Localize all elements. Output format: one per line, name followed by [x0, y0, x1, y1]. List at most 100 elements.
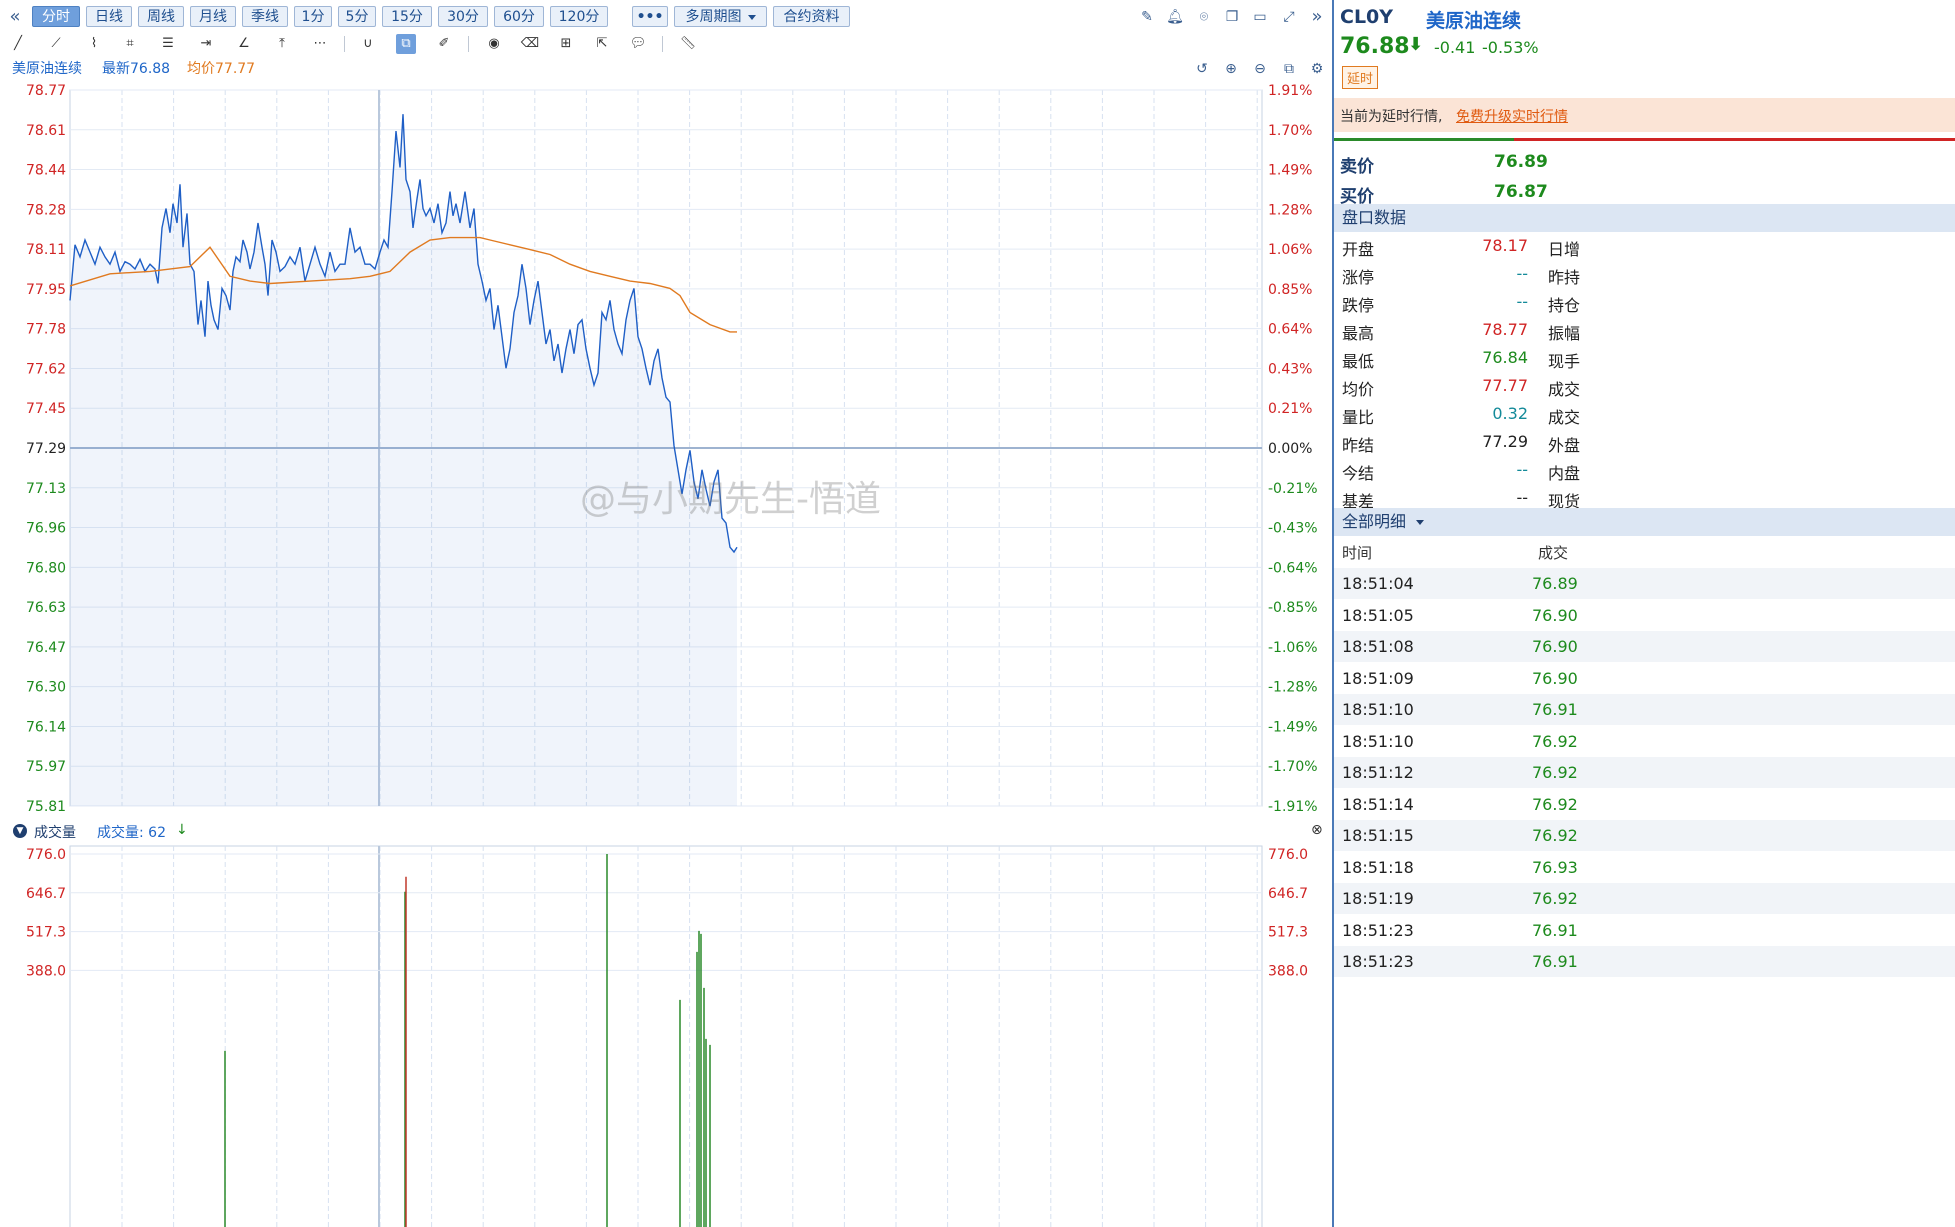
price-tick-right: 1.28% [1268, 202, 1312, 218]
ask-label: 卖价 [1340, 157, 1374, 177]
price-tick-left: 77.13 [26, 481, 66, 497]
overlay-tool-icon[interactable]: ⧉ [396, 34, 416, 54]
price-tick-left: 78.11 [26, 242, 66, 258]
period-button-5[interactable]: 1分 [294, 6, 332, 27]
quote-label-right: 昨持 [1548, 268, 1581, 287]
segment-tool-icon[interactable]: ⟋ [46, 34, 66, 54]
close-volume-icon[interactable]: ⊗ [1311, 822, 1323, 838]
period-button-9[interactable]: 60分 [494, 6, 544, 27]
brush-icon[interactable]: ✐ [434, 34, 454, 54]
period-button-10[interactable]: 120分 [550, 6, 608, 27]
export-icon[interactable]: ⧉ [1280, 60, 1298, 78]
expand-right-icon[interactable]: » [1308, 8, 1326, 26]
period-button-8[interactable]: 30分 [438, 6, 488, 27]
upgrade-link[interactable]: 免费升级实时行情 [1456, 106, 1568, 126]
quote-value: 78.17 [1482, 236, 1528, 255]
price-tick-left: 76.47 [26, 640, 66, 656]
quote-value: -- [1516, 292, 1528, 311]
price-tick-right: -0.64% [1268, 560, 1318, 576]
period-button-7[interactable]: 15分 [382, 6, 432, 27]
symbol-code: CL0Y [1340, 6, 1394, 28]
multi-period-dropdown[interactable]: 多周期图 [674, 6, 767, 27]
price-chart[interactable]: 78.77 1.91% 78.61 1.70% 78.44 1.49% 78.28 1.28%… [0, 84, 1330, 824]
trash-icon[interactable]: ⌫ [520, 34, 540, 54]
settings-icon[interactable]: ⚙ [1308, 60, 1326, 78]
price-tick-right: 0.64% [1268, 322, 1312, 338]
quote-value: 76.84 [1482, 348, 1528, 367]
contract-info-button[interactable]: 合约资料 [773, 6, 850, 27]
trade-price: 76.92 [1532, 794, 1578, 814]
price-tick-left: 77.95 [26, 282, 66, 298]
quote-value: -- [1516, 488, 1528, 507]
period-button-6[interactable]: 5分 [338, 6, 376, 27]
ruler-icon[interactable]: 📏︎ [678, 34, 698, 54]
price-tick-right: -1.49% [1268, 719, 1318, 735]
period-button-2[interactable]: 周线 [138, 6, 184, 27]
trade-price: 76.92 [1532, 826, 1578, 845]
collapse-left-icon[interactable]: « [6, 8, 24, 26]
range-tool-icon[interactable]: ⇥ [196, 34, 216, 54]
camera-icon[interactable]: ⌾ [1195, 8, 1213, 26]
undo-icon[interactable]: ↺ [1193, 60, 1211, 78]
trade-row: 18:51:10 76.92 [1334, 726, 1955, 757]
comment-icon[interactable]: 💬︎ [628, 34, 648, 54]
trade-time: 18:51:10 [1342, 731, 1414, 751]
period-button-3[interactable]: 月线 [190, 6, 236, 27]
more-periods-button[interactable]: ••• [632, 6, 668, 27]
polyline-tool-icon[interactable]: ⌇ [84, 34, 104, 54]
detail-section-header[interactable]: 全部明细 [1334, 508, 1955, 536]
volume-chart[interactable]: 776.0 776.0 646.7 646.7 517.3 517.3 388.0 388.0 [0, 842, 1330, 1227]
quote-value: -- [1516, 460, 1528, 479]
price-tick-left: 78.61 [26, 123, 66, 139]
quote-label: 最高 [1342, 324, 1375, 343]
trade-price: 76.90 [1532, 605, 1578, 625]
quote-label-right: 现手 [1548, 352, 1581, 371]
zoom-out-icon[interactable]: ⊖ [1251, 60, 1269, 78]
legend-symbol: 美原油连续 [12, 61, 82, 77]
zoom-in-icon[interactable]: ⊕ [1222, 60, 1240, 78]
eye-icon[interactable]: ◉ [484, 34, 504, 54]
period-button-4[interactable]: 季线 [242, 6, 288, 27]
share-icon[interactable]: ⇱ [592, 34, 612, 54]
price-tick-left: 75.81 [26, 799, 66, 815]
volume-tick-right: 517.3 [1268, 925, 1308, 941]
price-tick-right: 0.43% [1268, 361, 1312, 377]
price-tick-right: -0.85% [1268, 600, 1318, 616]
trade-price: 76.93 [1532, 857, 1578, 877]
line-tool-icon[interactable]: ╱ [8, 34, 28, 54]
quote-section-header[interactable]: 盘口数据 [1334, 204, 1955, 232]
volume-plot-area [69, 845, 1263, 1227]
angle-tool-icon[interactable]: ∠ [234, 34, 254, 54]
volume-tick-right: 388.0 [1268, 963, 1308, 979]
arrow-down-icon: ↓ [176, 822, 188, 838]
detail-header-time: 时间 [1342, 544, 1373, 562]
bell-icon[interactable]: 🔔︎ [1166, 8, 1184, 26]
more-tools-icon[interactable]: ⋯ [310, 34, 330, 54]
price-tick-left: 77.78 [26, 322, 66, 338]
fib-tool-icon[interactable]: ☰ [158, 34, 178, 54]
trade-row: 18:51:12 76.92 [1334, 757, 1955, 788]
arrow-up-tool-icon[interactable]: ⤒ [272, 34, 292, 54]
quote-label: 跌停 [1342, 296, 1375, 315]
bid-ask-bar-red [1514, 138, 1955, 141]
magnet-icon[interactable]: ∪ [358, 34, 378, 54]
arrow-down-icon: ⬇ [1408, 34, 1424, 55]
trade-price: 76.89 [1532, 574, 1578, 593]
price-tick-right: -0.43% [1268, 521, 1318, 537]
period-button-0[interactable]: 分时 [32, 6, 80, 27]
pencil-icon[interactable]: ✎ [1138, 8, 1156, 26]
quote-label-right: 内盘 [1548, 464, 1581, 483]
quote-label-right: 振幅 [1548, 324, 1581, 343]
trade-time: 18:51:23 [1342, 920, 1414, 940]
collapse-volume-icon[interactable]: ▼ [13, 824, 27, 838]
price-tick-left: 77.62 [26, 361, 66, 377]
fullscreen-icon[interactable]: ⤢ [1280, 8, 1298, 26]
price-tick-right: 0.00% [1268, 441, 1312, 457]
monitor-icon[interactable]: ▭ [1251, 8, 1269, 26]
layers-icon[interactable]: ⊞ [556, 34, 576, 54]
period-button-1[interactable]: 日线 [86, 6, 132, 27]
trade-time: 18:51:14 [1342, 794, 1414, 814]
copy-window-icon[interactable]: ❐ [1223, 8, 1241, 26]
crop-tool-icon[interactable]: ⌗ [120, 34, 140, 54]
quote-label: 开盘 [1342, 240, 1375, 259]
